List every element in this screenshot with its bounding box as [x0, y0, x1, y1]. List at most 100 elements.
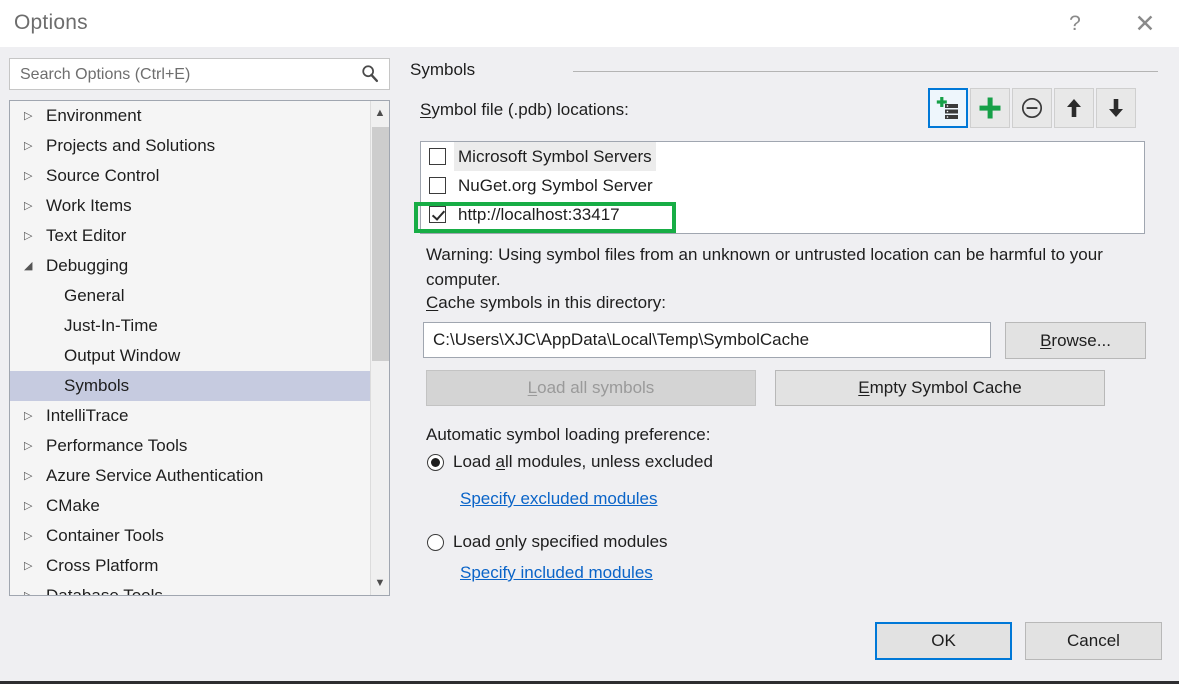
tree-item[interactable]: Symbols	[10, 371, 370, 401]
minus-circle-icon	[1020, 96, 1044, 120]
scrollbar-thumb[interactable]	[372, 127, 389, 361]
tree-item-label: Output Window	[64, 346, 180, 365]
remove-location-button[interactable]	[1012, 88, 1052, 128]
tree-item[interactable]: ▷Projects and Solutions	[10, 131, 370, 161]
new-symbol-server-button[interactable]	[928, 88, 968, 128]
tree-item-label: Debugging	[46, 256, 128, 275]
tree-item-label: Container Tools	[46, 526, 164, 545]
options-tree[interactable]: ▷Environment▷Projects and Solutions▷Sour…	[9, 100, 390, 596]
triangle-right-icon[interactable]: ▷	[24, 551, 46, 581]
arrow-up-icon	[1062, 96, 1086, 120]
search-icon	[359, 63, 381, 85]
tree-item[interactable]: ▷Text Editor	[10, 221, 370, 251]
radio-label: Load only specified modules	[453, 532, 668, 552]
tree-item[interactable]: ▷IntelliTrace	[10, 401, 370, 431]
tree-item-label: Database Tools	[46, 586, 163, 596]
search-input[interactable]	[18, 59, 352, 91]
tree-item[interactable]: ▷Performance Tools	[10, 431, 370, 461]
cache-directory-input[interactable]	[423, 322, 991, 358]
tree-item[interactable]: ▷Database Tools	[10, 581, 370, 596]
tree-item-label: Just-In-Time	[64, 316, 158, 335]
triangle-right-icon[interactable]: ▷	[24, 431, 46, 461]
browse-button[interactable]: Browse...	[1005, 322, 1146, 359]
triangle-right-icon[interactable]: ▷	[24, 461, 46, 491]
chevron-down-icon[interactable]: ▼	[371, 573, 389, 593]
tree-item-label: General	[64, 286, 124, 305]
help-icon[interactable]: ?	[1052, 0, 1098, 47]
load-all-symbols-button: Load all symbols	[426, 370, 756, 406]
tree-item[interactable]: ▷Container Tools	[10, 521, 370, 551]
specify-included-modules-link[interactable]: Specify included modules	[460, 563, 653, 583]
symbol-location-item[interactable]: NuGet.org Symbol Server	[421, 171, 1144, 200]
close-icon[interactable]: ✕	[1122, 0, 1168, 47]
page-title: Options	[14, 11, 88, 35]
triangle-right-icon[interactable]: ▷	[24, 221, 46, 251]
specify-excluded-modules-link[interactable]: Specify excluded modules	[460, 489, 658, 509]
triangle-right-icon[interactable]: ▷	[24, 491, 46, 521]
pdb-locations-label: Symbol file (.pdb) locations:	[420, 100, 629, 120]
pane-divider	[573, 71, 1158, 72]
tree-scrollbar[interactable]: ▲ ▼	[370, 101, 389, 595]
tree-item-label: Azure Service Authentication	[46, 466, 263, 485]
tree-item[interactable]: General	[10, 281, 370, 311]
tree-item-list: ▷Environment▷Projects and Solutions▷Sour…	[10, 101, 370, 596]
cache-directory-label: Cache symbols in this directory:	[426, 293, 666, 313]
triangle-down-icon[interactable]: ◢	[24, 251, 46, 281]
checkbox-icon[interactable]	[429, 148, 446, 165]
triangle-right-icon[interactable]: ▷	[24, 521, 46, 551]
checkbox-icon[interactable]	[429, 177, 446, 194]
search-box[interactable]	[9, 58, 390, 90]
tree-item-label: Environment	[46, 106, 141, 125]
ok-button[interactable]: OK	[875, 622, 1012, 660]
tree-item-label: CMake	[46, 496, 100, 515]
symbol-location-label: Microsoft Symbol Servers	[454, 142, 656, 171]
options-dialog: Options ? ✕ ▷Environment▷Projects and So…	[0, 0, 1179, 684]
tree-item[interactable]: Output Window	[10, 341, 370, 371]
tree-item[interactable]: ▷Environment	[10, 101, 370, 131]
symbol-location-label: NuGet.org Symbol Server	[454, 171, 657, 200]
arrow-down-icon	[1104, 96, 1128, 120]
plus-icon	[977, 95, 1003, 121]
cancel-button[interactable]: Cancel	[1025, 622, 1162, 660]
tree-item[interactable]: ▷Azure Service Authentication	[10, 461, 370, 491]
new-symbol-server-icon	[936, 96, 960, 120]
title-bar: Options ? ✕	[0, 0, 1179, 47]
tree-item-label: Performance Tools	[46, 436, 187, 455]
tree-item[interactable]: Just-In-Time	[10, 311, 370, 341]
symbol-location-item[interactable]: Microsoft Symbol Servers	[421, 142, 1144, 171]
triangle-right-icon[interactable]: ▷	[24, 101, 46, 131]
tree-item-label: IntelliTrace	[46, 406, 129, 425]
triangle-right-icon[interactable]: ▷	[24, 581, 46, 596]
move-up-button[interactable]	[1054, 88, 1094, 128]
triangle-right-icon[interactable]: ▷	[24, 401, 46, 431]
radio-label: Load all modules, unless excluded	[453, 452, 713, 472]
triangle-right-icon[interactable]: ▷	[24, 191, 46, 221]
tree-item[interactable]: ▷CMake	[10, 491, 370, 521]
tree-item-label: Work Items	[46, 196, 132, 215]
empty-symbol-cache-button[interactable]: Empty Symbol Cache	[775, 370, 1105, 406]
tree-item[interactable]: ▷Source Control	[10, 161, 370, 191]
tree-item[interactable]: ▷Work Items	[10, 191, 370, 221]
chevron-up-icon[interactable]: ▲	[371, 103, 389, 123]
radio-indicator	[427, 534, 444, 551]
checkbox-checked-icon[interactable]	[429, 206, 446, 223]
tree-item-label: Text Editor	[46, 226, 126, 245]
loading-preference-label: Automatic symbol loading preference:	[426, 425, 710, 445]
triangle-right-icon[interactable]: ▷	[24, 131, 46, 161]
radio-load-all-modules[interactable]: Load all modules, unless excluded	[427, 452, 713, 472]
symbol-location-item[interactable]: http://localhost:33417	[421, 200, 1144, 229]
symbol-locations-list[interactable]: Microsoft Symbol ServersNuGet.org Symbol…	[420, 141, 1145, 234]
symbol-locations-toolbar	[928, 88, 1136, 128]
tree-item[interactable]: ◢Debugging	[10, 251, 370, 281]
radio-load-only-specified[interactable]: Load only specified modules	[427, 532, 668, 552]
warning-text: Warning: Using symbol files from an unkn…	[426, 242, 1146, 292]
tree-item-label: Cross Platform	[46, 556, 158, 575]
tree-item-label: Symbols	[64, 376, 129, 395]
tree-item-label: Projects and Solutions	[46, 136, 215, 155]
move-down-button[interactable]	[1096, 88, 1136, 128]
tree-item[interactable]: ▷Cross Platform	[10, 551, 370, 581]
tree-item-label: Source Control	[46, 166, 159, 185]
add-location-button[interactable]	[970, 88, 1010, 128]
symbol-location-label: http://localhost:33417	[454, 200, 624, 229]
triangle-right-icon[interactable]: ▷	[24, 161, 46, 191]
